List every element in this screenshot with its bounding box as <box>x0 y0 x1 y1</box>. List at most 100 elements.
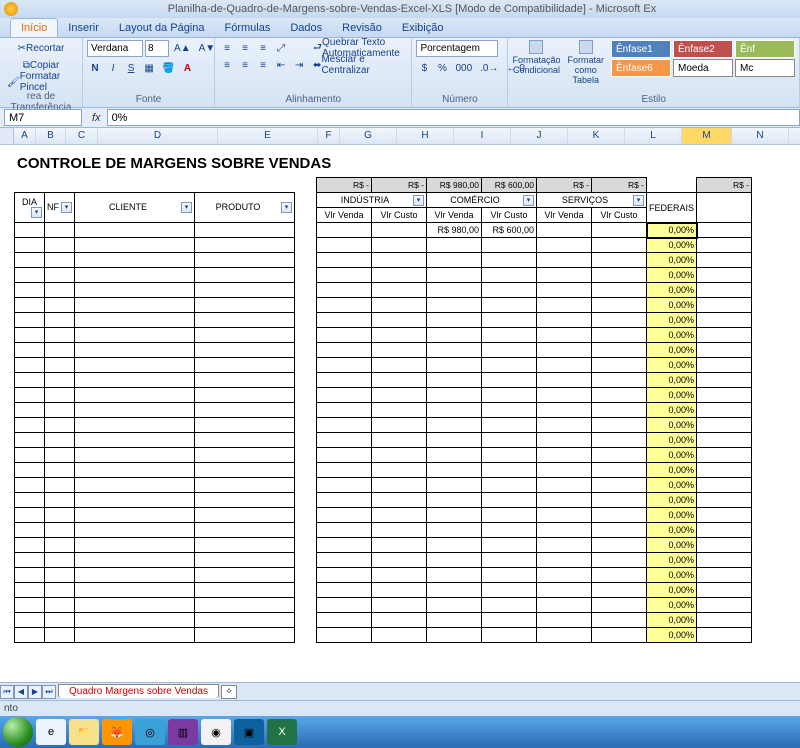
table-row[interactable]: 0,00% <box>15 448 752 463</box>
table-row[interactable]: 0,00% <box>15 283 752 298</box>
table-row[interactable]: 0,00% <box>15 358 752 373</box>
col-J[interactable]: J <box>511 128 568 144</box>
style-extra2[interactable]: Mc <box>735 59 795 77</box>
italic-button[interactable]: I <box>105 60 121 76</box>
align-right-button[interactable]: ≡ <box>255 57 271 73</box>
taskbar-chrome[interactable]: ◉ <box>201 719 231 745</box>
cut-button[interactable]: ✂ Recortar <box>4 40 78 56</box>
new-sheet-button[interactable]: ✧ <box>221 685 237 699</box>
col-A[interactable]: A <box>14 128 36 144</box>
col-B[interactable]: B <box>36 128 66 144</box>
table-row[interactable]: 0,00% <box>15 403 752 418</box>
formula-input[interactable]: 0% <box>107 109 800 126</box>
tab-inserir[interactable]: Inserir <box>58 19 109 37</box>
filter-cliente[interactable]: ▾ <box>181 202 192 213</box>
col-L[interactable]: L <box>625 128 682 144</box>
filter-nf[interactable]: ▾ <box>61 202 72 213</box>
table-row[interactable]: 0,00% <box>15 238 752 253</box>
taskbar-firefox[interactable]: 🦊 <box>102 719 132 745</box>
start-button[interactable] <box>3 717 33 747</box>
fill-color-button[interactable]: 🪣 <box>159 60 177 76</box>
filter-serv[interactable]: ▾ <box>633 195 644 206</box>
col-D[interactable]: D <box>98 128 218 144</box>
percent-button[interactable]: % <box>434 60 450 76</box>
col-F[interactable]: F <box>318 128 340 144</box>
currency-button[interactable]: $ <box>416 60 432 76</box>
font-color-button[interactable]: A <box>180 60 196 76</box>
table-row[interactable]: 0,00% <box>15 493 752 508</box>
table-row[interactable]: 0,00% <box>15 388 752 403</box>
table-row[interactable]: 0,00% <box>15 583 752 598</box>
format-table-button[interactable]: Formatar como Tabela <box>567 55 604 85</box>
border-button[interactable]: ▦ <box>141 60 157 76</box>
fx-icon[interactable]: fx <box>92 112 101 124</box>
number-format-select[interactable] <box>416 40 498 57</box>
merge-center-button[interactable]: ⬌ Mesclar e Centralizar <box>310 57 407 73</box>
style-enfase6[interactable]: Ênfase6 <box>611 59 671 77</box>
table-row[interactable]: 0,00% <box>15 298 752 313</box>
table-row[interactable]: 0,00% <box>15 313 752 328</box>
table-row[interactable]: 0,00% <box>15 373 752 388</box>
align-top-button[interactable]: ≡ <box>219 40 235 56</box>
col-I[interactable]: I <box>454 128 511 144</box>
table-row[interactable]: R$ 980,00R$ 600,000,00% <box>15 223 752 238</box>
filter-produto[interactable]: ▾ <box>281 202 292 213</box>
table-row[interactable]: 0,00% <box>15 463 752 478</box>
style-moeda[interactable]: Moeda <box>673 59 733 77</box>
table-row[interactable]: 0,00% <box>15 508 752 523</box>
office-button[interactable] <box>4 2 18 16</box>
align-left-button[interactable]: ≡ <box>219 57 235 73</box>
col-M[interactable]: M <box>682 128 732 144</box>
taskbar-app2[interactable]: ▥ <box>168 719 198 745</box>
table-row[interactable]: 0,00% <box>15 268 752 283</box>
tab-revisao[interactable]: Revisão <box>332 19 392 37</box>
font-name-input[interactable] <box>87 40 143 57</box>
orientation-button[interactable]: ⤢ <box>273 40 289 56</box>
sheet-nav[interactable]: ⏮◀▶⏭ <box>0 685 56 699</box>
select-all-corner[interactable] <box>0 128 14 144</box>
align-middle-button[interactable]: ≡ <box>237 40 253 56</box>
table-row[interactable]: 0,00% <box>15 418 752 433</box>
filter-ind[interactable]: ▾ <box>413 195 424 206</box>
spreadsheet-grid[interactable]: A B C D E F G H I J K L M N CONTROLE DE … <box>0 128 800 682</box>
indent-less-button[interactable]: ⇤ <box>273 57 289 73</box>
col-E[interactable]: E <box>218 128 318 144</box>
bold-button[interactable]: N <box>87 60 103 76</box>
font-size-input[interactable] <box>145 40 169 57</box>
col-C[interactable]: C <box>66 128 98 144</box>
taskbar-explorer[interactable]: 📁 <box>69 719 99 745</box>
table-row[interactable]: 0,00% <box>15 538 752 553</box>
table-row[interactable]: 0,00% <box>15 328 752 343</box>
col-N[interactable]: N <box>732 128 789 144</box>
conditional-format-icon[interactable] <box>529 40 543 54</box>
style-enfase2[interactable]: Ênfase2 <box>673 40 733 58</box>
tab-formulas[interactable]: Fórmulas <box>215 19 281 37</box>
taskbar-app3[interactable]: ▣ <box>234 719 264 745</box>
col-H[interactable]: H <box>397 128 454 144</box>
table-row[interactable]: 0,00% <box>15 343 752 358</box>
sheet-tab-active[interactable]: Quadro Margens sobre Vendas <box>58 684 219 698</box>
align-bottom-button[interactable]: ≡ <box>255 40 271 56</box>
name-box[interactable]: M7 <box>4 109 82 126</box>
format-painter-button[interactable]: 🖌 Formatar Pincel <box>4 74 78 90</box>
filter-com[interactable]: ▾ <box>523 195 534 206</box>
taskbar-app1[interactable]: ◎ <box>135 719 165 745</box>
tab-inicio[interactable]: Início <box>10 18 58 37</box>
table-row[interactable]: 0,00% <box>15 613 752 628</box>
table-row[interactable]: 0,00% <box>15 253 752 268</box>
increase-decimal-button[interactable]: .0→ <box>477 60 501 76</box>
taskbar-ie[interactable]: e <box>36 719 66 745</box>
indent-more-button[interactable]: ⇥ <box>291 57 307 73</box>
tab-layout[interactable]: Layout da Página <box>109 19 215 37</box>
format-table-icon[interactable] <box>579 40 593 54</box>
taskbar-excel[interactable]: X <box>267 719 297 745</box>
table-row[interactable]: 0,00% <box>15 523 752 538</box>
tab-dados[interactable]: Dados <box>280 19 332 37</box>
tab-exibicao[interactable]: Exibição <box>392 19 454 37</box>
grow-font-button[interactable]: A▲ <box>171 40 194 56</box>
table-row[interactable]: 0,00% <box>15 628 752 643</box>
table-row[interactable]: 0,00% <box>15 553 752 568</box>
style-enfase1[interactable]: Ênfase1 <box>611 40 671 58</box>
filter-dia[interactable]: ▾ <box>31 207 42 218</box>
comma-button[interactable]: 000 <box>452 60 475 76</box>
